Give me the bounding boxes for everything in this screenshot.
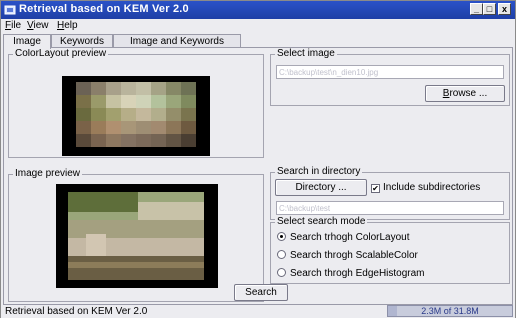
image-path-field[interactable]: C:\backup\test\n_dien10.jpg [276, 65, 504, 79]
java-app-icon [4, 5, 16, 15]
status-text: Retrieval based on KEM Ver 2.0 [5, 306, 148, 317]
browse-button[interactable]: Browse ... [425, 85, 505, 102]
tab-keywords[interactable]: Keywords [51, 34, 113, 48]
menu-help[interactable]: Help [57, 20, 78, 31]
browse-mnemonic: B [442, 88, 450, 99]
preview-image [56, 184, 218, 288]
search-mode-group: Select search mode Search trhogh ColorLa… [270, 216, 510, 284]
image-preview-title: Image preview [13, 168, 83, 179]
status-bar: Retrieval based on KEM Ver 2.0 2.3M of 3… [1, 305, 515, 318]
colorlayout-preview-title: ColorLayout preview [13, 48, 109, 59]
tab-image-and-keywords[interactable]: Image and Keywords [113, 34, 241, 48]
search-directory-group: Search in directory Directory ... ✔ Inclu… [270, 166, 510, 220]
tab-panel-image: ColorLayout preview Image preview Select… [3, 47, 513, 305]
radio-colorlayout-label: Search trhogh ColorLayout [290, 232, 410, 243]
include-subdirectories-label: Include subdirectories [383, 182, 481, 193]
menu-view[interactable]: View [27, 20, 49, 31]
close-button[interactable]: x [498, 3, 511, 15]
radio-edgehistogram-label: Search throgh EdgeHistogram [290, 268, 425, 279]
directory-button[interactable]: Directory ... [275, 179, 367, 196]
select-image-group: Select image C:\backup\test\n_dien10.jpg… [270, 48, 510, 106]
memory-usage-bar[interactable]: 2.3M of 31.8M [387, 305, 513, 317]
radio-selected-icon [277, 232, 286, 241]
search-mode-title: Select search mode [275, 216, 368, 227]
main-window: Retrieval based on KEM Ver 2.0 _ □ x Fil… [0, 0, 516, 318]
checkbox-tick-icon: ✔ [371, 184, 380, 193]
radio-colorlayout[interactable]: Search trhogh ColorLayout [277, 232, 410, 243]
search-button[interactable]: Search [234, 284, 288, 301]
radio-edgehistogram[interactable]: Search throgh EdgeHistogram [277, 268, 425, 279]
radio-unselected-icon [277, 250, 286, 259]
image-preview-group: Image preview [8, 168, 264, 302]
include-subdirectories-checkbox[interactable]: ✔ Include subdirectories [371, 182, 480, 193]
maximize-button[interactable]: □ [483, 3, 496, 15]
search-directory-title: Search in directory [275, 166, 363, 177]
colorlayout-preview-group: ColorLayout preview [8, 48, 264, 158]
menu-bar: File View Help [1, 19, 515, 34]
minimize-button[interactable]: _ [470, 3, 483, 15]
radio-scalablecolor[interactable]: Search throgh ScalableColor [277, 250, 418, 261]
colorlayout-grid-image [62, 76, 210, 156]
title-bar[interactable]: Retrieval based on KEM Ver 2.0 _ □ x [1, 1, 515, 19]
radio-unselected-icon [277, 268, 286, 277]
select-image-title: Select image [275, 48, 337, 59]
tab-image[interactable]: Image [3, 34, 51, 49]
window-title: Retrieval based on KEM Ver 2.0 [19, 3, 189, 15]
menu-file[interactable]: File [5, 20, 21, 31]
radio-scalablecolor-label: Search throgh ScalableColor [290, 250, 418, 261]
memory-usage-text: 2.3M of 31.8M [421, 306, 479, 316]
directory-path-field[interactable]: C:\backup\test [276, 201, 504, 215]
